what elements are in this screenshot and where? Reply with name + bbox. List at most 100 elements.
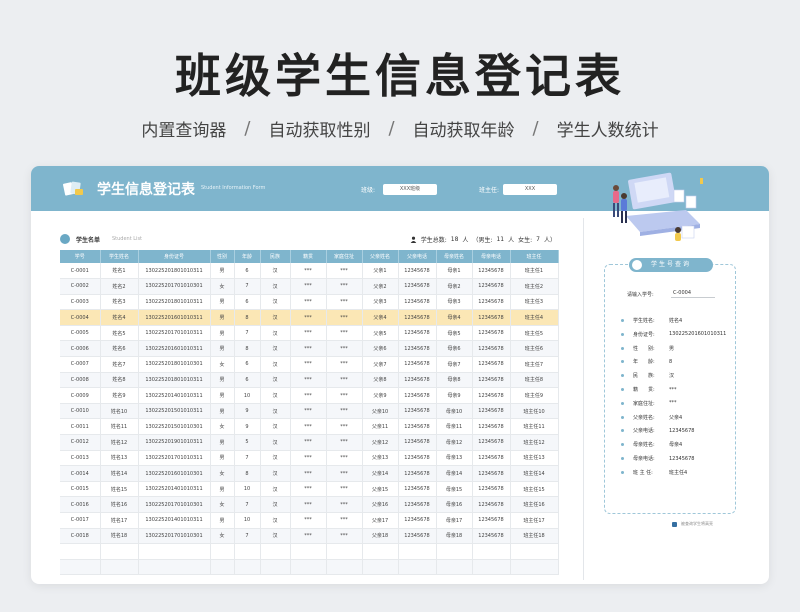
table-cell: 男 [210, 340, 235, 358]
detail-row: 身份证号: 130225201601010311 [621, 331, 726, 338]
table-cell [510, 559, 559, 576]
highlight-note: 被查询学生将高亮 [672, 521, 713, 527]
table-cell: 姓名4 [100, 309, 139, 326]
table-cell: 6 [234, 356, 261, 373]
table-cell [260, 559, 291, 576]
table-cell: 父亲2 [362, 278, 399, 295]
table-cell: 母亲10 [436, 403, 473, 420]
table-cell: 女 [210, 496, 235, 513]
table-cell [60, 559, 101, 576]
table-cell: *** [290, 387, 327, 404]
table-cell: 父亲18 [362, 528, 399, 545]
total-value: 18 [450, 236, 459, 243]
table-row[interactable]: C-0002 姓名2 130225201701010301 女 7 汉 *** *** 父亲2 1… [60, 278, 559, 295]
table-cell: 汉 [260, 434, 291, 451]
table-cell: 6 [234, 263, 261, 280]
table-cell [100, 559, 139, 576]
table-row[interactable]: C-0018 姓名18 130225201701010301 女 7 汉 *** *** 父亲1… [60, 528, 559, 545]
detail-value: 班主任4 [669, 469, 688, 476]
table-cell: 班主任3 [510, 294, 559, 311]
table-cell: *** [290, 496, 327, 513]
detail-row: 母亲电话: 12345678 [621, 455, 694, 462]
table-row[interactable]: C-0017 姓名17 130225201401010311 男 10 汉 *** *** 父亲… [60, 512, 559, 529]
table-cell: 父亲6 [362, 340, 399, 358]
table-row[interactable] [60, 559, 559, 576]
table-cell: 12345678 [398, 465, 437, 482]
table-cell: C-0012 [60, 434, 101, 451]
table-row[interactable]: C-0012 姓名12 130225201901010311 男 5 汉 *** *** 父亲1… [60, 434, 559, 451]
female-unit: 人） [543, 237, 556, 244]
table-row[interactable]: C-0016 姓名16 130225201701010301 女 7 汉 *** *** 父亲1… [60, 496, 559, 513]
table-cell: 姓名15 [100, 481, 139, 498]
table-cell: *** [326, 434, 363, 451]
table-cell: 12345678 [398, 496, 437, 513]
checkbox-icon[interactable] [672, 521, 677, 527]
detail-value: 男 [669, 345, 675, 352]
table-cell: 汉 [260, 278, 291, 295]
table-cell: *** [326, 403, 363, 420]
table-row[interactable] [60, 543, 559, 560]
table-cell: 班主任1 [510, 263, 559, 280]
table-row[interactable]: C-0009 姓名9 130225201401010311 男 10 汉 *** *** 父亲9… [60, 387, 559, 404]
table-cell: 母亲17 [436, 512, 473, 529]
table-cell [234, 543, 261, 560]
table-cell: C-0004 [60, 309, 101, 326]
table-row[interactable]: C-0010 姓名10 130225201501010311 男 9 汉 *** *** 父亲1… [60, 403, 559, 420]
table-cell: C-0002 [60, 278, 101, 295]
bullet-icon [621, 443, 624, 447]
teacher-label: 班主任: [479, 187, 500, 194]
table-cell: 汉 [260, 325, 291, 342]
table-row[interactable]: C-0005 姓名5 130225201701010311 男 7 汉 *** *** 父亲5 1… [60, 325, 559, 342]
table-cell: C-0001 [60, 263, 101, 280]
table-row[interactable]: C-0003 姓名3 130225201801010311 男 6 汉 *** *** 父亲3 1… [60, 294, 559, 311]
table-cell: 母亲11 [436, 418, 473, 436]
column-header: 性别 [210, 250, 235, 263]
table-cell: 10 [234, 512, 261, 529]
student-list-title: 学生名单 [76, 237, 101, 244]
table-cell: 12345678 [398, 387, 437, 404]
table-row[interactable]: C-0011 姓名11 130225201501010301 女 9 汉 *** *** 父亲1… [60, 418, 559, 436]
table-row[interactable]: C-0014 姓名14 130225201601010301 女 8 汉 *** *** 父亲1… [60, 465, 559, 482]
bullet-icon [621, 360, 624, 364]
table-cell [398, 543, 437, 560]
teacher-field[interactable]: XXX [503, 184, 557, 195]
table-cell: 12345678 [472, 340, 511, 358]
table-cell: C-0009 [60, 387, 101, 404]
table-cell [326, 543, 363, 560]
class-field[interactable]: XXX班级 [383, 184, 437, 195]
detail-key: 父亲电话: [633, 428, 655, 435]
detail-row: 母亲姓名: 母亲4 [621, 441, 682, 448]
table-row[interactable]: C-0007 姓名7 130225201801010301 女 6 汉 *** *** 父亲7 1… [60, 356, 559, 373]
bullet-icon [621, 374, 624, 378]
table-cell: C-0017 [60, 512, 101, 529]
table-cell: 130225201701010311 [138, 450, 211, 467]
table-row[interactable]: C-0008 姓名8 130225201801010311 男 6 汉 *** *** 父亲8 1… [60, 372, 559, 389]
table-row[interactable]: C-0015 姓名15 130225201401010311 男 10 汉 *** *** 父亲… [60, 481, 559, 498]
table-cell: 父亲9 [362, 387, 399, 404]
table-row[interactable]: C-0001 姓名1 130225201801010311 男 6 汉 *** *** 父亲1 1… [60, 263, 559, 280]
table-cell: C-0007 [60, 356, 101, 373]
table-cell: *** [290, 403, 327, 420]
table-cell: 班主任17 [510, 512, 559, 529]
student-table: 学号 学生姓名 身份证号 性别 年龄 民族 籍贯 家庭住址 父亲姓名 父亲电话 母亲姓名 母亲电话 班主… [60, 250, 559, 576]
bullet-icon [621, 388, 624, 391]
student-id-input[interactable] [671, 289, 715, 298]
detail-row: 学生姓名: 姓名4 [621, 317, 682, 324]
bullet-icon [621, 346, 624, 350]
table-cell: *** [326, 418, 363, 436]
table-cell: 12345678 [472, 512, 511, 529]
detail-row: 父亲电话: 12345678 [621, 427, 694, 434]
table-cell: *** [290, 418, 327, 436]
table-row[interactable]: C-0004 姓名4 130225201601010311 男 8 汉 *** *** 父亲4 1… [60, 309, 559, 326]
class-label: 班级: [361, 187, 376, 194]
feature-item: 学生人数统计 [556, 121, 659, 141]
table-cell: 130225201801010311 [138, 294, 211, 311]
table-row[interactable]: C-0013 姓名13 130225201701010311 男 7 汉 *** *** 父亲1… [60, 450, 559, 467]
table-cell: *** [290, 278, 327, 295]
table-cell: 7 [234, 325, 261, 342]
table-cell: 12345678 [472, 372, 511, 389]
table-cell: 母亲7 [436, 356, 473, 373]
table-row[interactable]: C-0006 姓名6 130225201601010311 男 8 汉 *** *** 父亲6 1… [60, 340, 559, 358]
bullet-icon [621, 429, 624, 433]
detail-key: 母亲姓名: [633, 442, 655, 449]
